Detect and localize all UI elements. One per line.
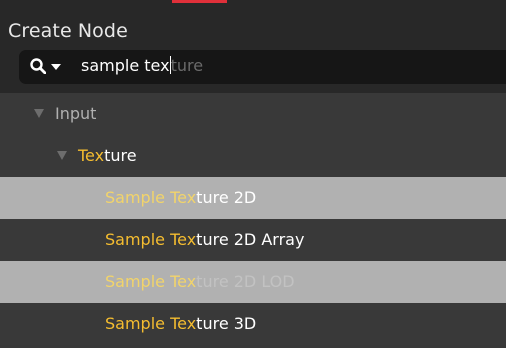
node-item-label: Sample Texture 2D bbox=[105, 188, 256, 207]
node-item-sample-texture-3d[interactable]: Sample Texture 3D bbox=[0, 303, 506, 345]
subcategory-label: Texture bbox=[78, 146, 137, 165]
node-item-sample-texture-2d[interactable]: Sample Texture 2D bbox=[0, 177, 506, 219]
node-item-label: Sample Texture 2D LOD bbox=[105, 272, 295, 291]
search-typed-text: sample tex bbox=[81, 56, 170, 75]
tree-category-input[interactable]: Input bbox=[0, 93, 506, 135]
node-item-sample-texture-2d-array[interactable]: Sample Texture 2D Array bbox=[0, 219, 506, 261]
create-node-window: Create Node sample texture Input Texture… bbox=[0, 0, 506, 348]
remaining-text: ture 2D LOD bbox=[196, 272, 295, 291]
window-title: Create Node bbox=[8, 20, 128, 42]
node-tree: Input Texture Sample Texture 2D Sample T… bbox=[0, 93, 506, 345]
match-text: Sample Tex bbox=[105, 314, 197, 333]
window-header: Create Node sample texture bbox=[0, 0, 506, 93]
node-item-sample-texture-2d-lod[interactable]: Sample Texture 2D LOD bbox=[0, 261, 506, 303]
match-text: Sample Tex bbox=[105, 188, 197, 207]
match-text: Tex bbox=[78, 146, 105, 165]
node-item-label: Sample Texture 2D Array bbox=[105, 230, 304, 249]
category-label: Input bbox=[55, 104, 97, 123]
match-text: Sample Tex bbox=[105, 272, 197, 291]
expand-arrow-icon[interactable] bbox=[34, 109, 44, 118]
tree-subcategory-texture[interactable]: Texture bbox=[0, 135, 506, 177]
remaining-text: ture 2D Array bbox=[196, 230, 305, 249]
chevron-down-icon[interactable] bbox=[51, 64, 61, 70]
search-icon[interactable] bbox=[30, 58, 47, 75]
expand-arrow-icon[interactable] bbox=[57, 151, 67, 160]
remaining-text: ture 3D bbox=[196, 314, 257, 333]
remaining-text: ture 2D bbox=[196, 188, 257, 207]
active-tab-indicator bbox=[172, 0, 227, 3]
match-text: Sample Tex bbox=[105, 230, 197, 249]
search-query[interactable]: sample texture bbox=[81, 56, 203, 75]
node-item-label: Sample Texture 3D bbox=[105, 314, 256, 333]
search-input[interactable]: sample texture bbox=[19, 50, 506, 84]
remaining-text: ture bbox=[104, 146, 137, 165]
search-autocomplete-suggestion: ture bbox=[170, 56, 204, 75]
